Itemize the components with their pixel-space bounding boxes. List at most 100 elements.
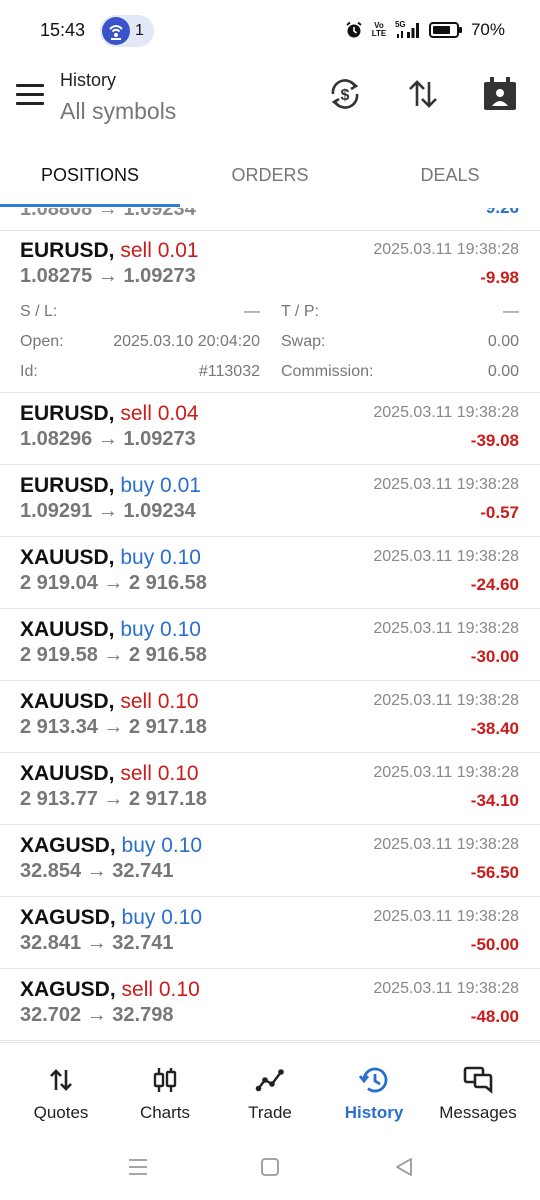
charts-icon <box>153 1068 177 1092</box>
deal-time: 2025.03.11 19:38:28 <box>373 620 519 637</box>
deal-prices: 2 913.34 → 2 917.18 <box>20 716 207 738</box>
battery-percent: 70% <box>470 20 505 39</box>
tab-positions[interactable]: POSITIONS <box>0 152 180 198</box>
symbol-name: XAGUSD, <box>20 906 116 929</box>
list-item[interactable]: EURUSD, sell 0.01 2025.03.11 19:38:28 1.… <box>0 230 540 393</box>
deal-time: 2025.03.11 19:38:28 <box>373 764 519 781</box>
deal-side: sell 0.01 <box>120 239 199 262</box>
tp-label: T / P: <box>281 303 319 320</box>
home-icon[interactable] <box>257 1154 283 1180</box>
list-item[interactable]: XAGUSD, sell 0.10 2025.03.11 19:38:28 32… <box>0 969 540 1041</box>
app-header: History All symbols $ <box>0 62 540 152</box>
deal-profit: -56.50 <box>470 863 519 882</box>
deal-symbol: EURUSD, sell 0.04 <box>20 402 199 426</box>
deal-symbol: EURUSD, buy 0.01 <box>20 474 201 498</box>
bottom-nav: Quotes Charts Trade History Messages <box>0 1042 540 1135</box>
deal-profit: -24.60 <box>470 575 519 594</box>
deal-side: buy 0.10 <box>121 906 203 929</box>
history-icon <box>359 1067 388 1093</box>
deal-profit: -38.40 <box>470 719 519 738</box>
sl-value: — <box>244 303 260 320</box>
deal-prices: 2 919.04 → 2 916.58 <box>20 572 207 594</box>
deal-side: sell 0.10 <box>120 690 199 713</box>
nav-messages[interactable]: Messages <box>426 1043 530 1135</box>
symbol-name: XAUUSD, <box>20 618 115 641</box>
tab-orders[interactable]: ORDERS <box>180 152 360 198</box>
deal-profit: 9.26 <box>486 208 519 218</box>
deal-side: sell 0.10 <box>121 978 200 1001</box>
back-icon[interactable] <box>391 1154 417 1180</box>
commission-label: Commission: <box>281 363 374 380</box>
messages-icon <box>463 1066 493 1094</box>
deal-symbol: XAGUSD, buy 0.10 <box>20 834 202 858</box>
deal-prices: 32.702 → 32.798 <box>20 1004 174 1026</box>
recent-apps-icon[interactable] <box>125 1154 151 1180</box>
deal-symbol: XAUUSD, sell 0.10 <box>20 762 199 786</box>
deal-profit: -0.57 <box>480 503 519 522</box>
nav-trade[interactable]: Trade <box>218 1043 322 1135</box>
list-item[interactable]: XAUUSD, buy 0.10 2025.03.11 19:38:28 2 9… <box>0 609 540 681</box>
deal-side: sell 0.10 <box>120 762 199 785</box>
deal-side: buy 0.10 <box>121 834 203 857</box>
list-item[interactable]: EURUSD, buy 0.01 2025.03.11 19:38:28 1.0… <box>0 465 540 537</box>
open-label: Open: <box>20 333 64 350</box>
list-item[interactable]: XAUUSD, sell 0.10 2025.03.11 19:38:28 2 … <box>0 753 540 825</box>
active-tab-indicator <box>0 204 180 207</box>
swap-label: Swap: <box>281 333 326 350</box>
symbol-name: EURUSD, <box>20 474 115 497</box>
currency-exchange-icon[interactable]: $ <box>325 74 365 114</box>
deal-time: 2025.03.11 19:38:28 <box>373 241 519 258</box>
list-item[interactable]: XAUUSD, sell 0.10 2025.03.11 19:38:28 2 … <box>0 681 540 753</box>
deal-time: 2025.03.11 19:38:28 <box>373 548 519 565</box>
deal-symbol: XAGUSD, buy 0.10 <box>20 906 202 930</box>
list-item[interactable]: 1.08808 → 1.09234 9.26 <box>0 208 540 231</box>
open-value: 2025.03.10 20:04:20 <box>113 333 260 350</box>
network-signal-icon: 5G <box>395 21 421 39</box>
commission-value: 0.00 <box>487 363 519 380</box>
deal-symbol: EURUSD, sell 0.01 <box>20 239 199 263</box>
deal-symbol: XAUUSD, buy 0.10 <box>20 546 201 570</box>
list-item[interactable]: EURUSD, sell 0.04 2025.03.11 19:38:28 1.… <box>0 393 540 465</box>
nav-label: Quotes <box>33 1103 89 1122</box>
list-item[interactable]: XAGUSD, buy 0.10 2025.03.11 19:38:28 32.… <box>0 897 540 969</box>
symbol-name: EURUSD, <box>20 402 115 425</box>
nav-label: Messages <box>439 1103 517 1122</box>
deal-prices: 32.841 → 32.741 <box>20 932 174 954</box>
deal-symbol: XAUUSD, buy 0.10 <box>20 618 201 642</box>
nav-label: Charts <box>139 1103 191 1122</box>
battery-icon <box>428 22 462 38</box>
deal-symbol: XAUUSD, sell 0.10 <box>20 690 199 714</box>
system-nav-bar <box>0 1134 540 1200</box>
swap-value: 0.00 <box>487 333 519 350</box>
hotspot-indicator[interactable]: 1 <box>100 15 154 47</box>
menu-icon[interactable] <box>16 84 46 108</box>
list-item[interactable]: XAGUSD, buy 0.10 2025.03.11 19:38:28 32.… <box>0 825 540 897</box>
symbol-name: XAGUSD, <box>20 978 116 1001</box>
nav-quotes[interactable]: Quotes <box>9 1043 113 1135</box>
symbol-name: XAGUSD, <box>20 834 116 857</box>
id-label: Id: <box>20 363 38 380</box>
deal-side: buy 0.01 <box>120 474 201 497</box>
hotspot-icon <box>102 17 130 45</box>
symbol-filter[interactable]: All symbols <box>60 98 176 125</box>
nav-history[interactable]: History <box>322 1043 426 1135</box>
trade-icon <box>255 1069 284 1092</box>
hotspot-count: 1 <box>135 22 144 39</box>
deal-time: 2025.03.11 19:38:28 <box>373 908 519 925</box>
sort-icon[interactable] <box>403 74 443 114</box>
tab-bar: POSITIONS ORDERS DEALS <box>0 152 540 208</box>
list-item[interactable]: XAUUSD, buy 0.10 2025.03.11 19:38:28 2 9… <box>0 537 540 609</box>
deal-profit: -9.98 <box>480 268 519 287</box>
svg-text:$: $ <box>341 87 350 104</box>
tab-deals[interactable]: DEALS <box>360 152 540 198</box>
calendar-icon[interactable] <box>480 74 520 114</box>
nav-charts[interactable]: Charts <box>113 1043 217 1135</box>
tp-value: — <box>503 303 519 320</box>
symbol-name: XAUUSD, <box>20 546 115 569</box>
deal-time: 2025.03.11 19:38:28 <box>373 404 519 421</box>
deal-time: 2025.03.11 19:38:28 <box>373 836 519 853</box>
deal-profit: -34.10 <box>470 791 519 810</box>
deal-prices: 2 913.77 → 2 917.18 <box>20 788 207 810</box>
history-list[interactable]: 1.08808 → 1.09234 9.26 EURUSD, sell 0.01… <box>0 208 540 1042</box>
deal-side: buy 0.10 <box>120 618 201 641</box>
